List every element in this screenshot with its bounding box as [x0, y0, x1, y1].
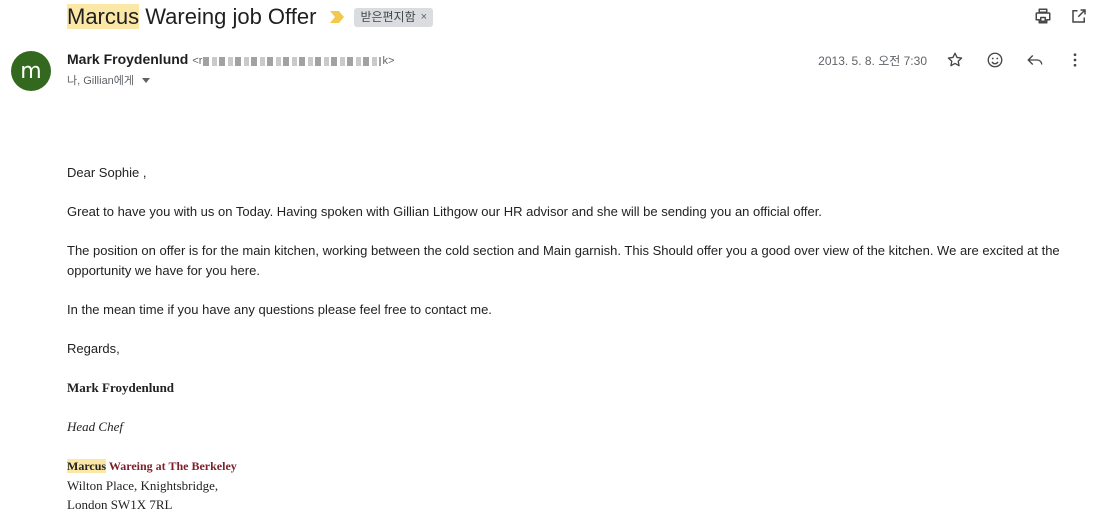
more-vert-icon[interactable] [1065, 50, 1085, 70]
label-chip-text: 받은편지함 [360, 9, 416, 24]
message-date: 2013. 5. 8. 오전 7:30 [818, 53, 927, 68]
chevron-down-icon[interactable] [142, 77, 151, 83]
open-in-new-icon[interactable] [1069, 6, 1089, 26]
email-subject: Marcus Wareing job Offer [67, 2, 316, 32]
closing: Regards, [67, 341, 120, 356]
signature-title: Head Chef [67, 419, 123, 434]
subject-highlight: Marcus [67, 4, 140, 29]
label-chip-inbox[interactable]: 받은편지함 × [354, 7, 434, 27]
address-line-1: Wilton Place, Knightsbridge, [67, 478, 219, 493]
body-paragraph-1: Great to have you with us on Today. Havi… [67, 204, 822, 219]
message-meta: 2013. 5. 8. 오전 7:30 [818, 50, 1085, 70]
reply-icon[interactable] [1025, 50, 1045, 70]
body-paragraph-3: In the mean time if you have any questio… [67, 302, 492, 317]
message-actions [945, 50, 1085, 70]
importance-marker-icon[interactable] [330, 10, 345, 24]
address-line-2: London SW1X 7RL [67, 497, 173, 512]
signature: Mark Froydenlund Head Chef Marcus Warein… [67, 378, 1067, 514]
body-paragraph-2: The position on offer is for the main ki… [67, 243, 1060, 278]
sender-name[interactable]: Mark Froydenlund [67, 51, 188, 67]
greeting: Dear Sophie , [67, 165, 147, 180]
redacted-email [203, 56, 382, 66]
subject-text: Wareing job Offer [139, 4, 317, 29]
recipients-text: 나, Gillian에게 [67, 75, 135, 87]
sender-avatar[interactable]: m [11, 51, 51, 91]
print-icon[interactable] [1033, 6, 1053, 26]
signature-name: Mark Froydenlund [67, 380, 175, 395]
emoji-icon[interactable] [985, 50, 1005, 70]
top-toolbar [1033, 6, 1089, 26]
sender-email-suffix: k> [382, 55, 395, 67]
remove-label-icon[interactable]: × [421, 8, 427, 27]
sender-email-prefix: <r [192, 55, 203, 67]
recipient-line[interactable]: 나, Gillian에게 [67, 72, 151, 88]
sender-email: <r k> [192, 55, 394, 67]
email-body: Dear Sophie , Great to have you with us … [67, 163, 1067, 514]
company-highlight: Marcus [67, 459, 107, 473]
subject-row: Marcus Wareing job Offer 받은편지함 × [67, 0, 434, 34]
company-name: Wareing at The Berkeley [106, 459, 237, 473]
sender-line: Mark Froydenlund <r k> [67, 51, 394, 67]
star-icon[interactable] [945, 50, 965, 70]
signature-company: Marcus Wareing at The Berkeley [67, 456, 1067, 476]
